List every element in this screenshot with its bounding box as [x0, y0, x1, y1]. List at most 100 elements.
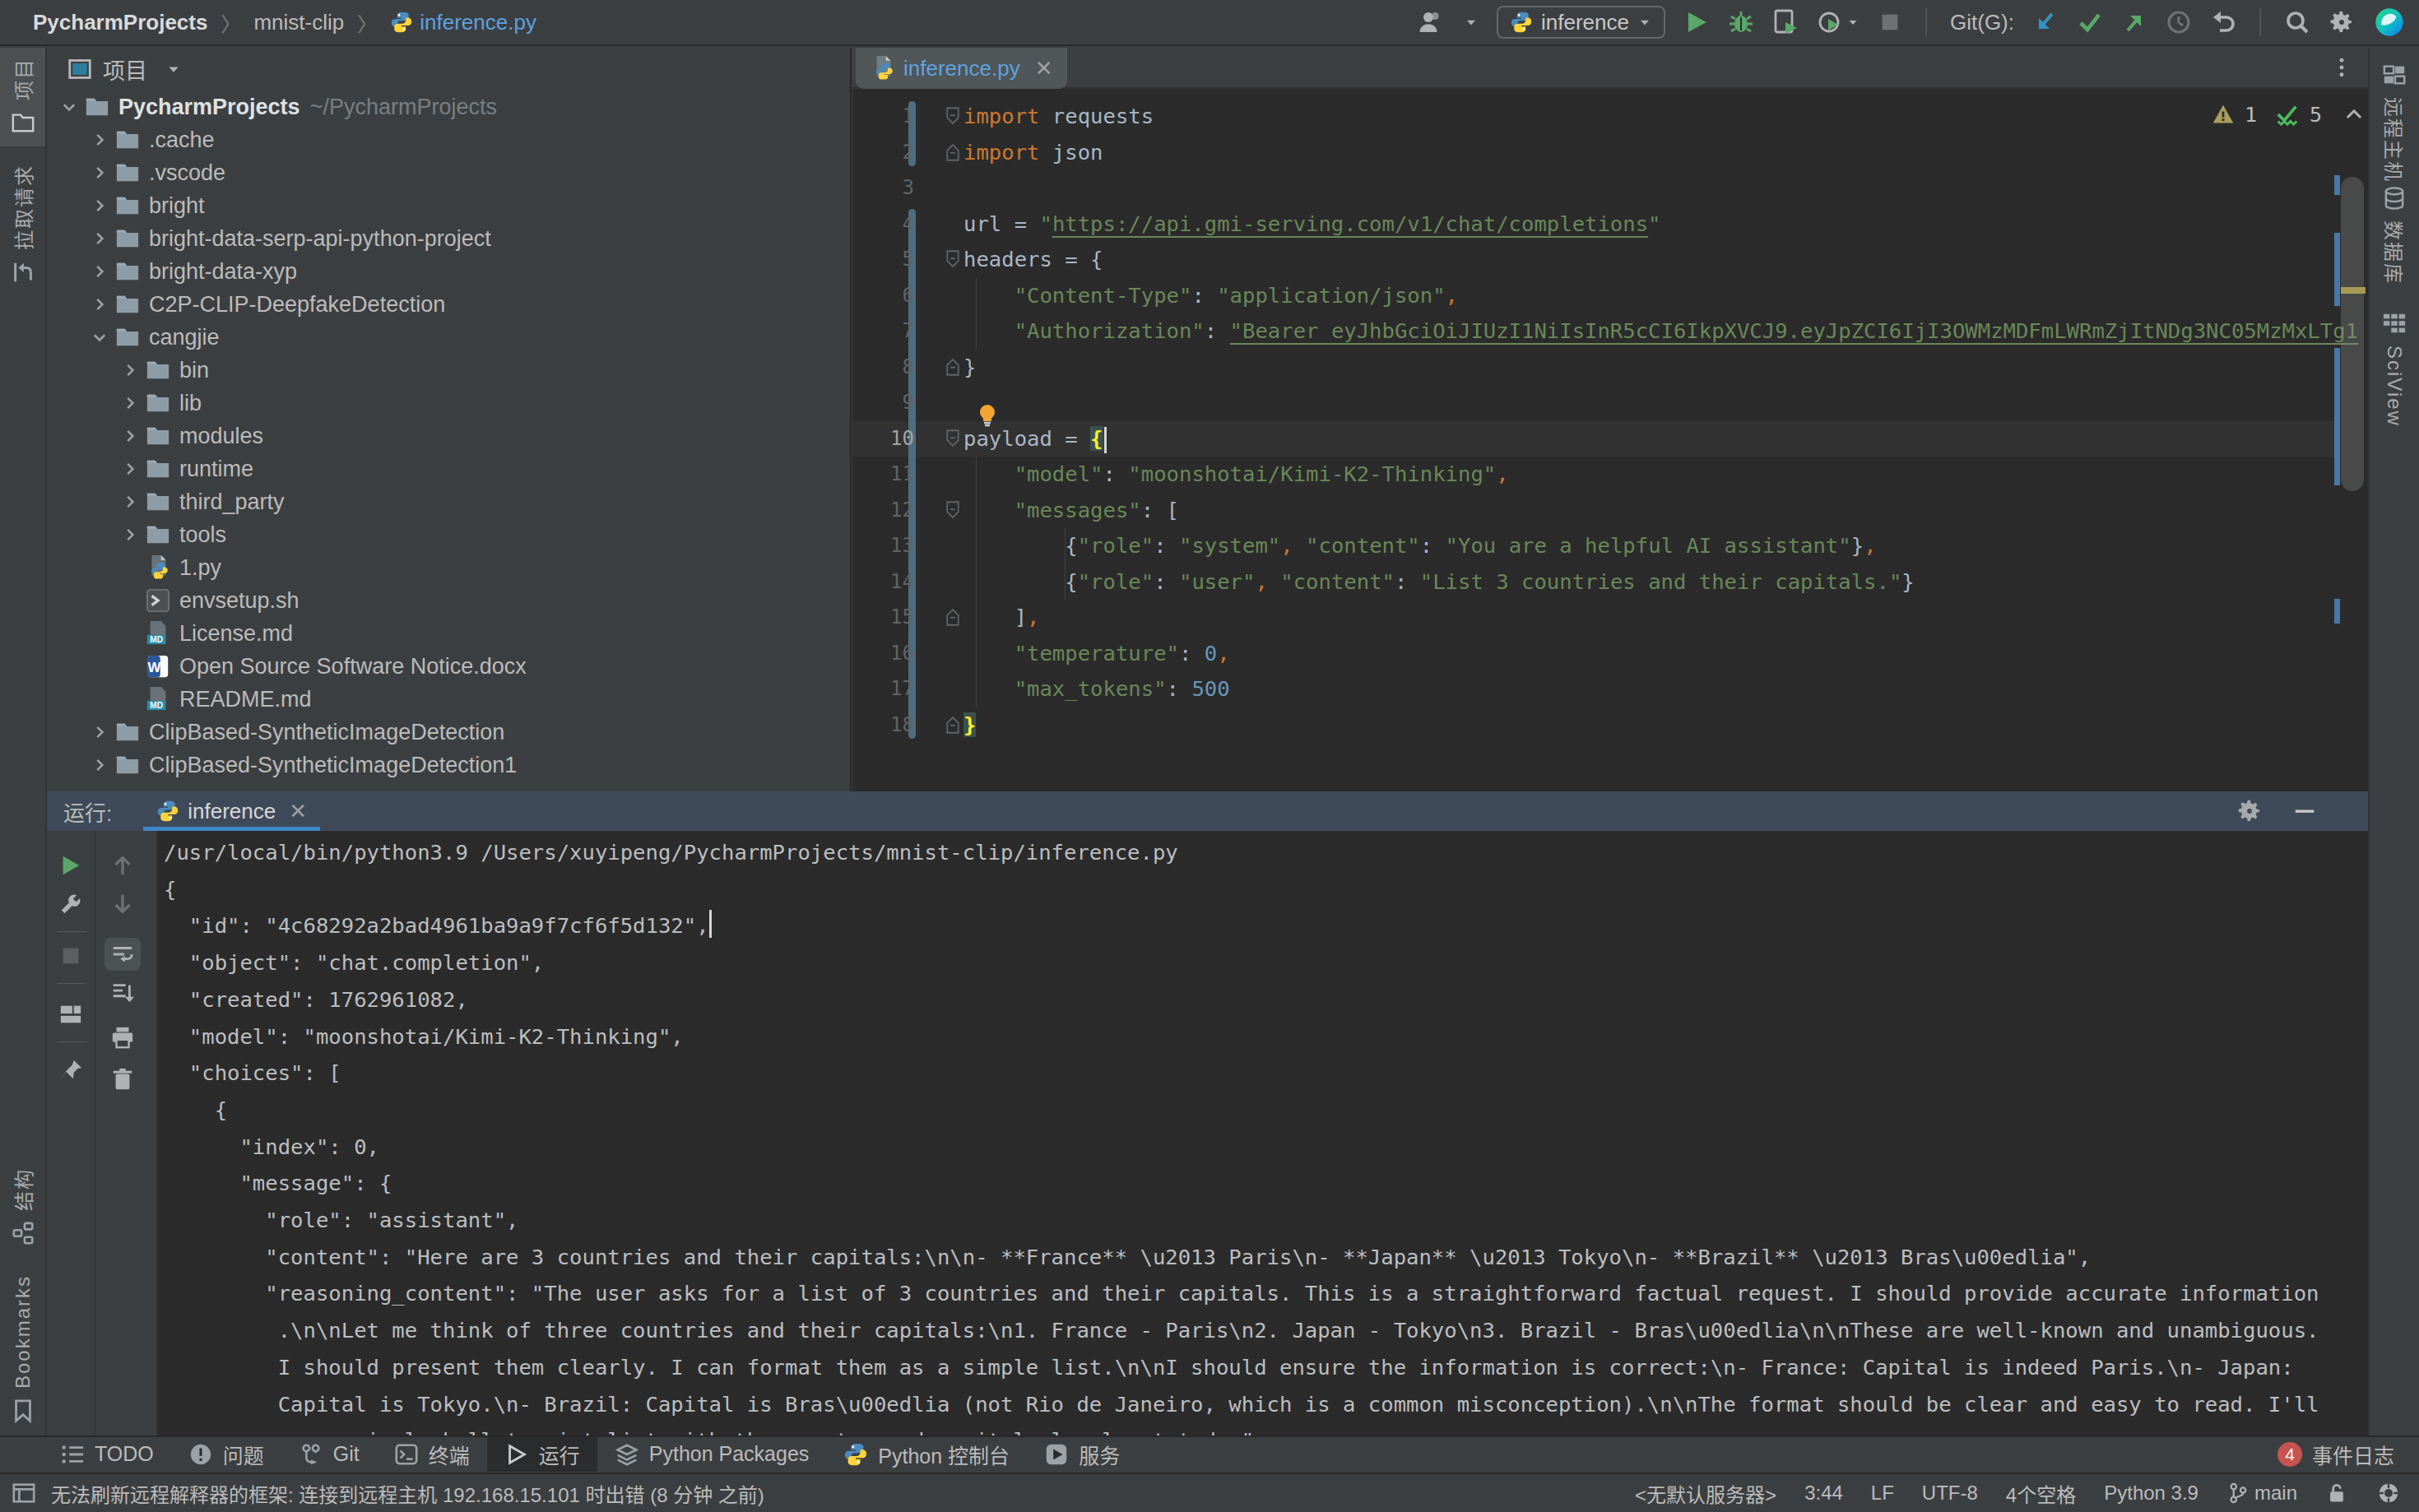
chevron-right-icon[interactable]	[115, 526, 145, 544]
tree-item-envsetup.sh[interactable]: envsetup.sh	[47, 584, 850, 617]
tree-item-bright-data-xyp[interactable]: bright-data-xyp	[47, 255, 850, 288]
git-push-button[interactable]	[2121, 9, 2147, 35]
chevron-right-icon[interactable]	[85, 262, 114, 281]
ai-assistant-icon[interactable]	[2373, 6, 2406, 39]
tool-window-button-拉取请求[interactable]: 拉取请求	[0, 165, 45, 285]
chevron-down-icon[interactable]	[165, 61, 182, 77]
chevron-right-icon[interactable]	[115, 493, 145, 511]
tree-item-bright-data-serp-api-python-project[interactable]: bright-data-serp-api-python-project	[47, 222, 850, 255]
fold-marker-icon[interactable]	[943, 607, 963, 627]
breadcrumb-file[interactable]: inference.py	[390, 10, 536, 35]
chevron-right-icon[interactable]	[115, 361, 145, 379]
fold-marker-icon[interactable]	[943, 357, 963, 377]
coverage-button[interactable]	[1772, 9, 1799, 35]
chevron-right-icon[interactable]	[85, 164, 114, 182]
tree-item-Open Source Software Notice.docx[interactable]: WOpen Source Software Notice.docx	[47, 650, 850, 683]
tree-item-ClipBased-SyntheticImageDetection1[interactable]: ClipBased-SyntheticImageDetection1	[47, 749, 850, 782]
run-button[interactable]	[1683, 9, 1710, 35]
settings-button[interactable]	[2328, 9, 2355, 35]
tree-item-.cache[interactable]: .cache	[47, 123, 850, 156]
run-console-output[interactable]: /usr/local/bin/python3.9 /Users/xuyipeng…	[156, 831, 2368, 1435]
tree-item-1.py[interactable]: 1.py	[47, 551, 850, 584]
tree-item-cangjie[interactable]: cangjie	[47, 321, 850, 354]
hide-panel-icon[interactable]	[2292, 799, 2317, 823]
ide-settings-icon[interactable]	[2376, 1481, 2401, 1505]
tool-window-button-数据库[interactable]: 数据库	[2370, 186, 2419, 285]
lock-icon[interactable]	[2325, 1482, 2348, 1505]
run-tab-inference[interactable]: inference✕	[143, 791, 320, 831]
tree-item-.vscode[interactable]: .vscode	[47, 156, 850, 189]
run-settings-icon[interactable]	[53, 888, 89, 921]
chevron-down-icon[interactable]	[54, 98, 84, 116]
tool-bar-button-运行[interactable]: 运行	[487, 1436, 597, 1472]
tree-item-ClipBased-SyntheticImageDetection[interactable]: ClipBased-SyntheticImageDetection	[47, 716, 850, 749]
print-button[interactable]	[104, 1021, 141, 1054]
run-config-selector[interactable]: inference	[1497, 6, 1665, 39]
event-log-button[interactable]: 4事件日志	[2277, 1440, 2419, 1469]
git-rollback-button[interactable]	[2210, 9, 2236, 35]
chevron-right-icon[interactable]	[115, 460, 145, 478]
tool-bar-button-Git[interactable]: Git	[281, 1436, 377, 1472]
chevron-right-icon[interactable]	[85, 723, 114, 741]
tree-item-License.md[interactable]: MDLicense.md	[47, 617, 850, 650]
run-settings-gear-icon[interactable]	[2236, 798, 2263, 824]
status-message[interactable]: 无法刷新远程解释器的框架: 连接到远程主机 192.168.15.101 时出错…	[51, 1479, 764, 1508]
fold-marker-icon[interactable]	[943, 429, 963, 448]
tab-close-icon[interactable]: ✕	[1035, 56, 1053, 81]
fold-marker-icon[interactable]	[943, 142, 963, 162]
editor-scrollbar-thumb[interactable]	[2341, 177, 2364, 491]
tree-item-bin[interactable]: bin	[47, 354, 850, 387]
tool-bar-button-Python Packages[interactable]: Python Packages	[597, 1436, 827, 1472]
tree-item-modules[interactable]: modules	[47, 420, 850, 452]
fold-marker-icon[interactable]	[943, 500, 963, 520]
tool-window-button-SciView[interactable]: SciView	[2370, 311, 2419, 427]
fold-marker-icon[interactable]	[943, 106, 963, 126]
status-item[interactable]: 4个空格	[2006, 1479, 2076, 1508]
chevron-right-icon[interactable]	[115, 427, 145, 445]
tool-bar-button-TODO[interactable]: TODO	[43, 1436, 171, 1472]
tree-item-lib[interactable]: lib	[47, 387, 850, 420]
tree-item-third_party[interactable]: third_party	[47, 485, 850, 518]
debug-button[interactable]	[1728, 9, 1754, 35]
editor-tab-inference-py[interactable]: inference.py✕	[856, 48, 1067, 89]
status-item[interactable]: Python 3.9	[2104, 1482, 2198, 1505]
chevron-down-icon[interactable]	[85, 328, 114, 346]
tool-window-button-远程主机[interactable]: 远程主机	[2370, 63, 2419, 183]
user-icon[interactable]	[1416, 7, 1446, 37]
tree-item-runtime[interactable]: runtime	[47, 452, 850, 485]
git-commit-button[interactable]	[2077, 9, 2103, 35]
rerun-button[interactable]	[53, 849, 89, 882]
user-dropdown-icon[interactable]	[1464, 15, 1479, 30]
tool-bar-button-问题[interactable]: 问题	[171, 1436, 281, 1472]
restore-layout-button[interactable]	[53, 998, 89, 1031]
tool-window-button-项目[interactable]: 项目	[0, 48, 45, 146]
chevron-right-icon[interactable]	[85, 197, 114, 215]
chevron-right-icon[interactable]	[115, 394, 145, 412]
fold-marker-icon[interactable]	[943, 715, 963, 735]
prev-problem-icon[interactable]	[2343, 104, 2365, 125]
tree-item-tools[interactable]: tools	[47, 518, 850, 551]
breadcrumb-folder[interactable]: mnist-clip	[253, 10, 344, 35]
project-panel-header[interactable]: 项目	[47, 48, 850, 90]
tool-window-button-Bookmarks[interactable]: Bookmarks	[0, 1275, 45, 1423]
chevron-right-icon[interactable]	[85, 295, 114, 313]
tree-item-bright[interactable]: bright	[47, 189, 850, 222]
status-item[interactable]: UTF-8	[1922, 1482, 1978, 1505]
tool-bar-button-终端[interactable]: 终端	[377, 1436, 487, 1472]
pin-tab-button[interactable]	[53, 1053, 89, 1086]
soft-wrap-button[interactable]	[104, 938, 141, 971]
search-everywhere-button[interactable]	[2284, 9, 2310, 35]
tool-bar-button-服务[interactable]: 服务	[1027, 1436, 1137, 1472]
tree-item-README.md[interactable]: MDREADME.md	[47, 683, 850, 716]
tool-window-button-结构[interactable]: 结构	[0, 1168, 45, 1245]
tree-item-C2P-CLIP-DeepfakeDetection[interactable]: C2P-CLIP-DeepfakeDetection	[47, 288, 850, 321]
window-icon[interactable]	[12, 1481, 36, 1505]
scroll-to-end-button[interactable]	[104, 976, 141, 1009]
chevron-right-icon[interactable]	[85, 230, 114, 248]
status-item[interactable]: 3:44	[1804, 1482, 1843, 1505]
editor-options-kebab-icon[interactable]	[2330, 56, 2353, 79]
git-branch-widget[interactable]: main	[2226, 1482, 2297, 1505]
fold-marker-icon[interactable]	[943, 249, 963, 269]
clear-console-button[interactable]	[104, 1063, 141, 1096]
tree-item-PycharmProjects[interactable]: PycharmProjects~/PycharmProjects	[47, 90, 850, 123]
